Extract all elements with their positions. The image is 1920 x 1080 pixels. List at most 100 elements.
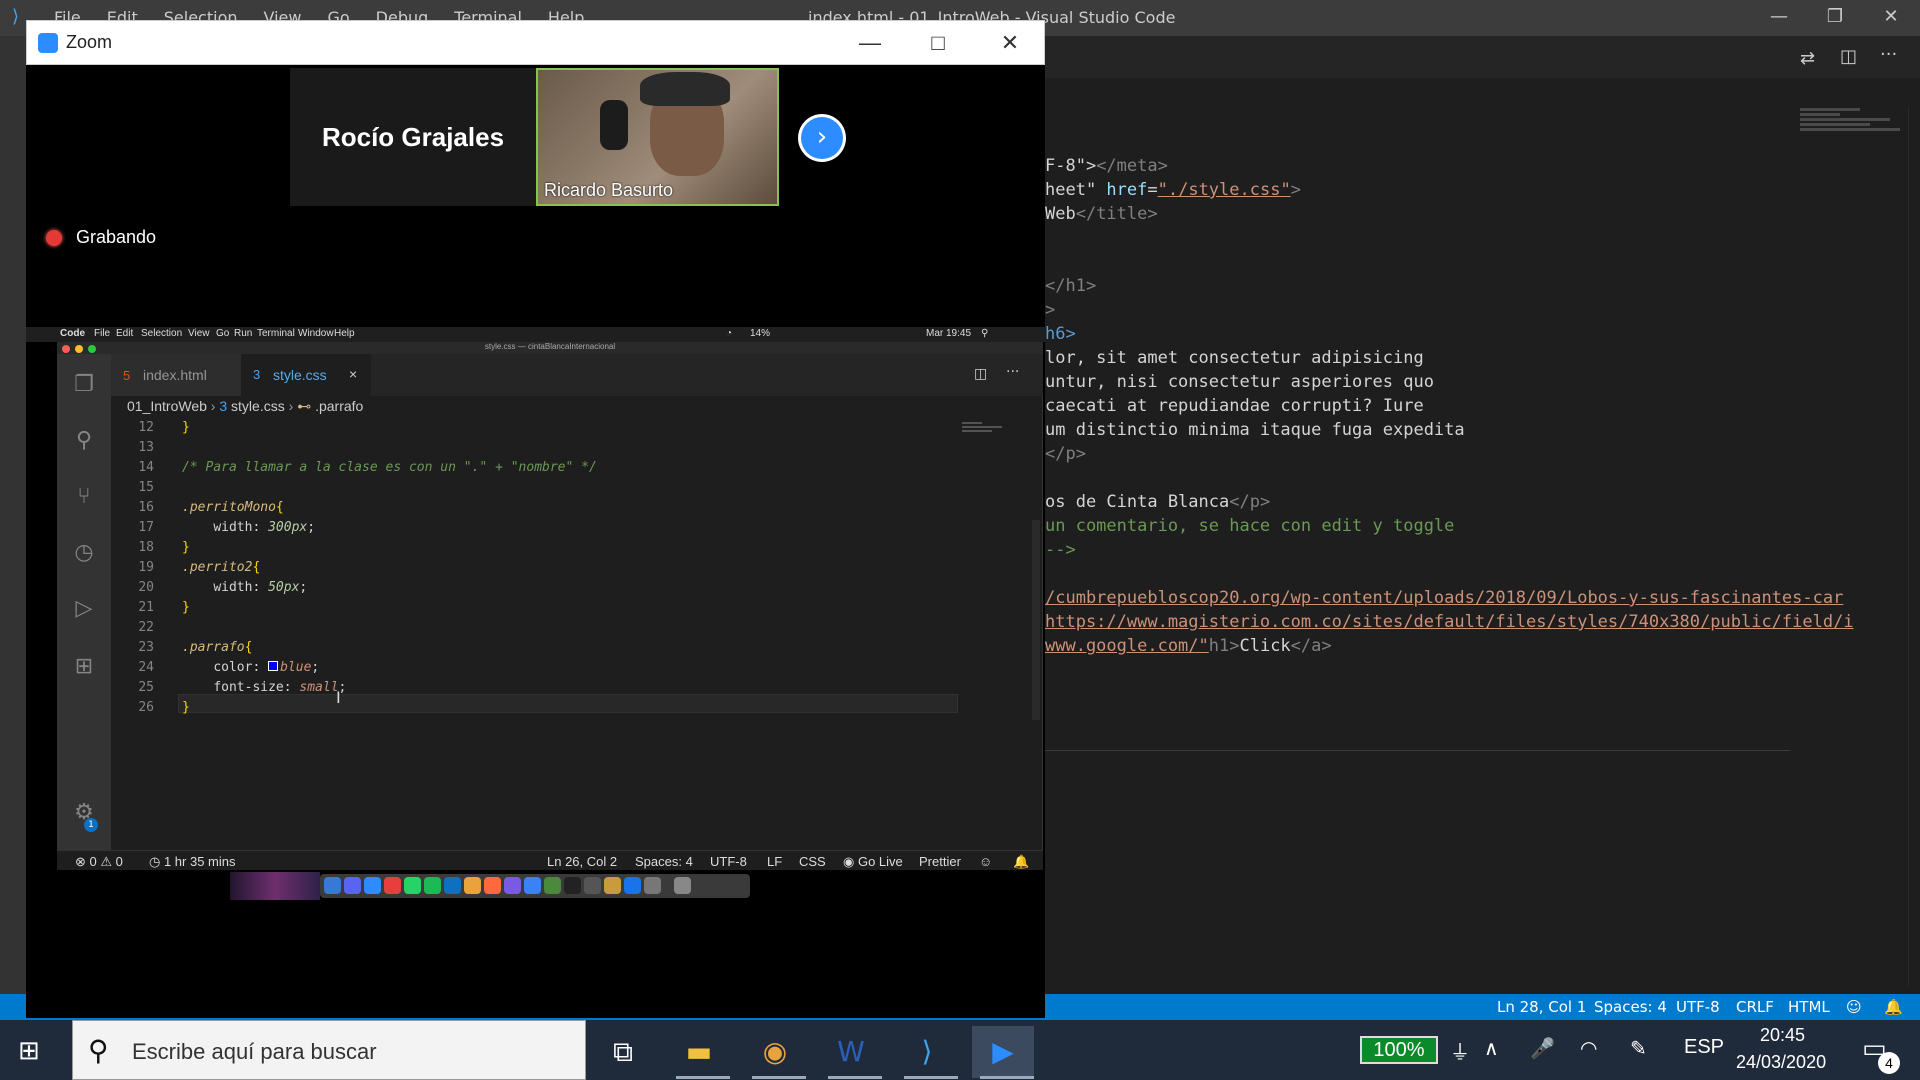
windows-start-icon[interactable]: ⊞ [18, 1036, 48, 1066]
chevron-up-icon[interactable]: ∧ [1484, 1036, 1499, 1061]
app-icon[interactable] [524, 877, 541, 894]
mac-close-icon[interactable] [62, 345, 70, 353]
pen-icon[interactable]: ✎ [1630, 1036, 1647, 1061]
zoom-maximize-button[interactable]: □ [918, 28, 958, 58]
minimize-button[interactable]: — [1756, 2, 1802, 32]
mac-battery[interactable]: 14% [750, 328, 770, 339]
editor-scrollbar[interactable] [1908, 106, 1920, 986]
mac-menu-go[interactable]: Go [216, 328, 229, 339]
breadcrumb-symbol[interactable]: .parrafo [315, 398, 363, 414]
status-encoding[interactable]: UTF-8 [710, 854, 747, 869]
status-position[interactable]: Ln 26, Col 2 [547, 854, 617, 869]
close-tab-icon[interactable]: × [349, 366, 357, 382]
close-button[interactable]: ✕ [1868, 2, 1914, 32]
more-actions-icon[interactable]: ··· [1006, 364, 1019, 380]
mac-menu-file[interactable]: File [94, 328, 110, 339]
app-icon[interactable] [624, 877, 641, 894]
status-spaces[interactable]: Spaces: 4 [1594, 998, 1667, 1016]
feedback-icon[interactable]: ☺ [979, 854, 992, 869]
minimap[interactable] [1800, 106, 1905, 166]
explorer-icon[interactable]: ❐ [72, 372, 96, 397]
restore-button[interactable]: ❐ [1812, 2, 1858, 32]
color-swatch[interactable] [268, 661, 279, 671]
whatsapp-icon[interactable] [404, 877, 421, 894]
vscode-icon[interactable] [444, 877, 461, 894]
run-debug-icon[interactable]: ▷ [72, 596, 96, 621]
mac-menu-terminal[interactable]: Terminal [257, 328, 295, 339]
spotify-icon[interactable] [424, 877, 441, 894]
network-icon[interactable]: ◠ [1580, 1036, 1597, 1061]
app-icon[interactable] [544, 877, 561, 894]
app-icon[interactable] [644, 877, 661, 894]
zoom-icon[interactable]: ▶ [972, 1026, 1034, 1078]
wifi-icon[interactable]: ◔ [726, 328, 732, 339]
status-spaces[interactable]: Spaces: 4 [635, 854, 693, 869]
power-plug-icon[interactable]: ⏚ [1450, 1036, 1470, 1065]
file-explorer-icon[interactable]: ▬ [668, 1026, 730, 1078]
css-file-icon: 3 [219, 398, 232, 414]
mac-menu-help[interactable]: Help [334, 328, 355, 339]
mac-zoom-icon[interactable] [88, 345, 96, 353]
mac-scrollbar[interactable] [1032, 520, 1040, 720]
status-position[interactable]: Ln 28, Col 1 [1497, 998, 1586, 1016]
zoom-close-button[interactable]: ✕ [990, 28, 1030, 58]
word-icon[interactable]: W [820, 1026, 882, 1078]
brave-icon[interactable] [484, 877, 501, 894]
mac-menu-edit[interactable]: Edit [116, 328, 133, 339]
tab-index-html[interactable]: 5 index.html [111, 354, 241, 396]
problems-status[interactable]: ⊗ 0 ⚠ 0 [75, 854, 123, 870]
clock-time[interactable]: 20:45 [1760, 1025, 1805, 1046]
next-participants-button[interactable]: › [798, 114, 846, 162]
mac-menu-run[interactable]: Run [234, 328, 252, 339]
clock-date[interactable]: 24/03/2020 [1736, 1052, 1826, 1073]
status-language[interactable]: CSS [799, 854, 826, 869]
terminal-icon[interactable] [564, 877, 581, 894]
app-icon[interactable] [384, 877, 401, 894]
input-language[interactable]: ESP [1684, 1036, 1724, 1059]
feedback-icon[interactable]: ☺ [1846, 998, 1862, 1016]
status-eol[interactable]: LF [767, 854, 782, 869]
breadcrumb-file[interactable]: style.css [231, 398, 285, 414]
spotlight-icon[interactable]: ⚲ [981, 328, 988, 339]
trash-icon[interactable] [674, 877, 691, 894]
more-actions-icon[interactable]: ··· [1880, 44, 1897, 65]
battery-indicator[interactable]: 100% [1360, 1036, 1438, 1064]
zoom-minimize-button[interactable]: — [850, 28, 890, 58]
finder-icon[interactable] [324, 877, 341, 894]
mac-minimap[interactable] [962, 420, 1032, 450]
chrome-icon[interactable]: ◉ [744, 1026, 806, 1078]
vscode-icon[interactable]: ⟩ [896, 1026, 958, 1078]
bell-icon[interactable]: 🔔 [1013, 854, 1029, 870]
mac-menu-window[interactable]: Window [298, 328, 334, 339]
prettier-status[interactable]: Prettier [919, 854, 961, 869]
status-language[interactable]: HTML [1788, 998, 1830, 1016]
task-view-icon[interactable]: ⧉ [592, 1026, 654, 1078]
mac-clock[interactable]: Mar 19:45 [926, 328, 971, 339]
participant-tile[interactable]: Rocío Grajales [290, 68, 536, 206]
bell-icon[interactable]: 🔔 [1884, 998, 1903, 1016]
open-changes-icon[interactable]: ⇄ [1800, 48, 1815, 69]
mac-menu-selection[interactable]: Selection [141, 328, 182, 339]
app-icon[interactable] [604, 877, 621, 894]
tab-style-css[interactable]: 3 style.css × [241, 354, 371, 396]
golive-button[interactable]: ◉ Go Live [843, 854, 903, 870]
status-encoding[interactable]: UTF-8 [1676, 998, 1720, 1016]
zoom-icon[interactable] [364, 877, 381, 894]
microphone-icon[interactable]: 🎤 [1530, 1036, 1555, 1061]
breadcrumb-folder[interactable]: 01_IntroWeb [127, 398, 207, 414]
split-editor-icon[interactable]: ◫ [1840, 46, 1857, 67]
mac-menu-view[interactable]: View [188, 328, 210, 339]
source-control-icon[interactable]: ⑂ [72, 484, 96, 509]
mac-menu-code[interactable]: Code [60, 328, 85, 339]
search-icon[interactable]: ⚲ [72, 428, 96, 453]
mac-minimize-icon[interactable] [75, 345, 83, 353]
browser-icon[interactable] [504, 877, 521, 894]
time-tracker[interactable]: ◷ 1 hr 35 mins [149, 854, 236, 870]
extensions-icon[interactable]: ⊞ [72, 654, 96, 679]
git-history-icon[interactable]: ◷ [72, 540, 96, 565]
discord-icon[interactable] [344, 877, 361, 894]
split-editor-icon[interactable]: ◫ [974, 366, 987, 382]
chrome-icon[interactable] [464, 877, 481, 894]
app-icon[interactable] [584, 877, 601, 894]
status-eol[interactable]: CRLF [1736, 998, 1774, 1016]
